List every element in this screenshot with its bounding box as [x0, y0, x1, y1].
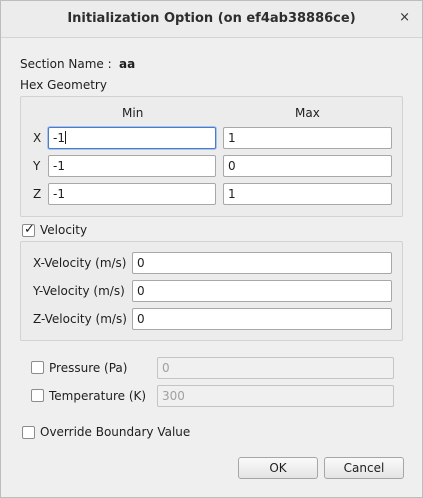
temperature-input[interactable]: 300	[157, 385, 394, 407]
x-velocity-label: X-Velocity (m/s)	[33, 256, 127, 270]
z-axis-label: Z	[33, 187, 42, 201]
cancel-button[interactable]: Cancel	[324, 457, 404, 479]
y-velocity-input[interactable]: 0	[132, 280, 392, 302]
ok-button[interactable]: OK	[238, 457, 318, 479]
y-axis-label: Y	[33, 159, 41, 173]
text-cursor	[64, 131, 66, 144]
override-boundary-checkbox[interactable]	[22, 426, 35, 439]
x-axis-label: X	[33, 131, 42, 145]
z-velocity-label: Z-Velocity (m/s)	[33, 312, 127, 326]
section-name-value: aa	[119, 57, 136, 71]
override-boundary-label: Override Boundary Value	[40, 425, 191, 439]
initialization-dialog: Initialization Option (on ef4ab38886ce) …	[0, 0, 423, 498]
z-velocity-input[interactable]: 0	[132, 308, 392, 330]
temperature-label: Temperature (K)	[49, 389, 147, 403]
section-name-label: Section Name :	[20, 57, 112, 71]
x-min-input[interactable]: -1	[48, 127, 216, 149]
max-column-header: Max	[295, 106, 320, 120]
velocity-checkbox[interactable]: ✓	[22, 222, 35, 237]
z-max-input[interactable]: 1	[223, 183, 392, 205]
y-max-input[interactable]: 0	[223, 155, 392, 177]
y-min-input[interactable]: -1	[48, 155, 216, 177]
min-column-header: Min	[122, 106, 144, 120]
y-velocity-label: Y-Velocity (m/s)	[33, 284, 125, 298]
x-velocity-input[interactable]: 0	[132, 252, 392, 274]
dialog-title: Initialization Option (on ef4ab38886ce)	[67, 11, 356, 26]
z-min-input[interactable]: -1	[48, 183, 216, 205]
x-min-value: -1	[53, 131, 65, 145]
temperature-checkbox[interactable]	[31, 389, 44, 402]
title-bar[interactable]: Initialization Option (on ef4ab38886ce) …	[1, 1, 422, 38]
check-icon: ✓	[24, 222, 35, 237]
close-icon[interactable]: ×	[399, 10, 410, 26]
x-max-input[interactable]: 1	[223, 127, 392, 149]
pressure-checkbox[interactable]	[31, 361, 44, 374]
pressure-label: Pressure (Pa)	[49, 361, 128, 375]
pressure-input[interactable]: 0	[157, 357, 394, 379]
hex-geometry-heading: Hex Geometry	[20, 78, 107, 92]
velocity-label: Velocity	[40, 223, 88, 237]
